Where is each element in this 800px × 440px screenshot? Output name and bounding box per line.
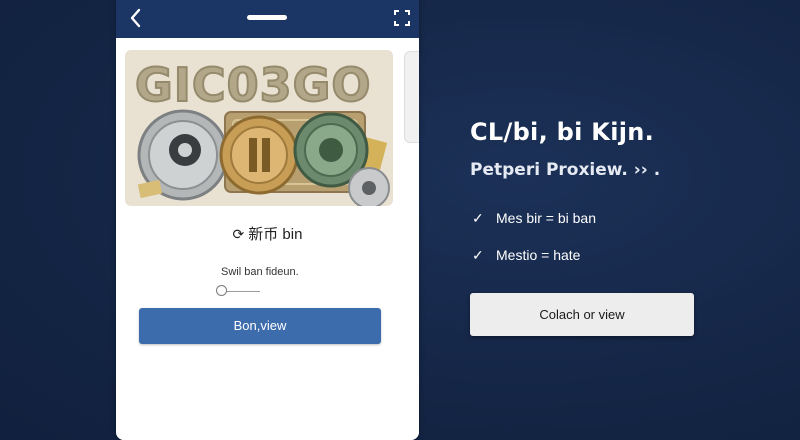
coin-title-text: 新币 bin <box>248 226 303 243</box>
next-card-preview[interactable] <box>404 51 419 143</box>
feature-item: ✓ Mes bir = bi ban <box>472 210 596 227</box>
phone-mockup: GIC03GO ⟳ 新币 bin Swil ban fideun. Bon,vi… <box>116 0 419 440</box>
coins-illustration <box>137 109 390 206</box>
feature-label: Mes bir = bi ban <box>496 210 596 226</box>
feature-item: ✓ Mestio = hate <box>472 247 580 264</box>
check-icon: ✓ <box>472 247 484 263</box>
coin-title: ⟳ 新币 bin <box>116 223 419 244</box>
refresh-icon[interactable]: ⟳ <box>233 226 245 242</box>
check-icon: ✓ <box>472 210 484 226</box>
cta-button[interactable]: Colach or view <box>470 293 694 336</box>
phone-header <box>116 0 419 38</box>
expand-icon <box>394 10 410 26</box>
primary-view-button[interactable]: Bon,view <box>139 308 381 344</box>
back-button[interactable] <box>124 6 148 30</box>
promo-headline: CL/bi, bi Kijn. <box>470 118 655 146</box>
drag-handle[interactable] <box>247 15 287 20</box>
range-slider[interactable] <box>216 285 260 297</box>
slider-knob[interactable] <box>216 285 227 296</box>
chevron-left-icon <box>130 8 141 28</box>
feature-label: Mestio = hate <box>496 247 581 263</box>
coins-image: GIC03GO <box>125 50 393 206</box>
slider-label: Swil ban fideun. <box>221 266 299 278</box>
promo-subheadline: Petperi Proxiew. ›› . <box>470 160 661 180</box>
expand-button[interactable] <box>393 9 411 27</box>
